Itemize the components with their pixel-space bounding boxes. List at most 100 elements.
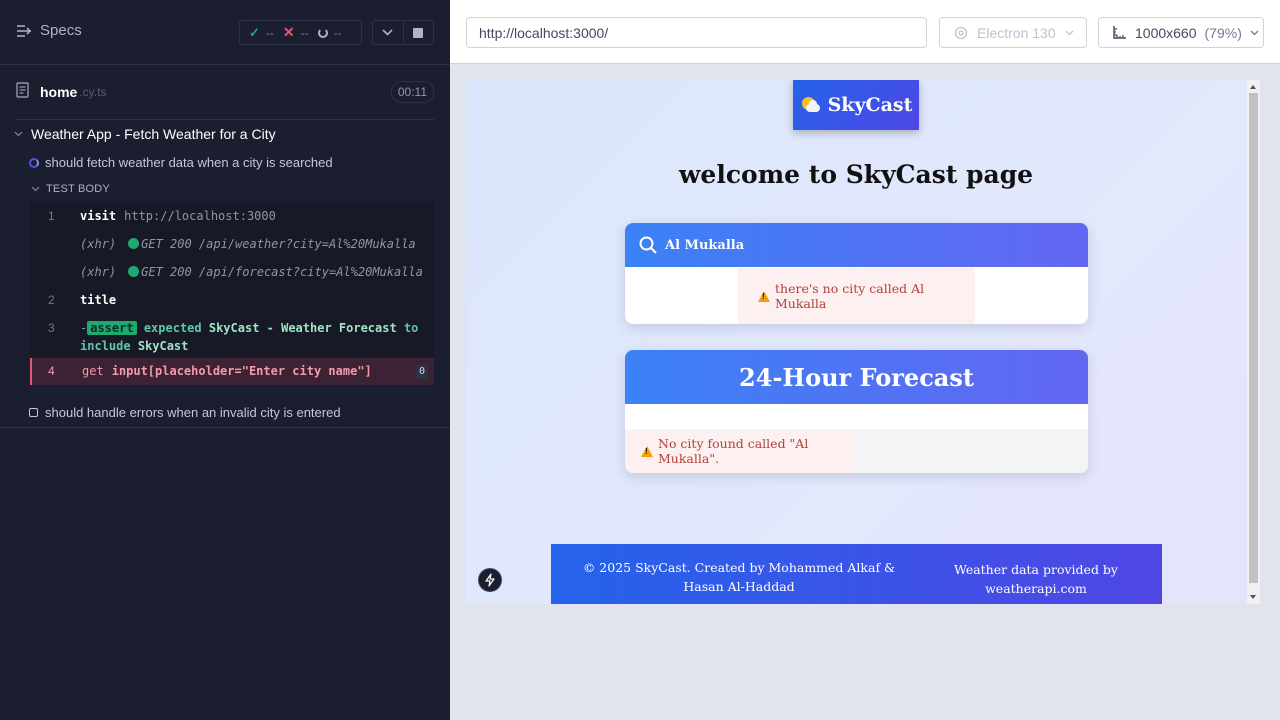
vertical-scrollbar[interactable] xyxy=(1247,80,1260,604)
test-body-toggle[interactable]: TEST BODY xyxy=(31,183,110,195)
assert-expected: expected xyxy=(143,321,202,335)
command-name: title xyxy=(80,293,117,307)
scroll-down-arrow-icon[interactable] xyxy=(1250,595,1256,599)
browser-name: Electron 130 xyxy=(977,24,1056,41)
app-iframe: SkyCast welcome to SkyCast page Al Mukal… xyxy=(466,80,1260,604)
pending-count: -- xyxy=(333,25,342,40)
test-title: should fetch weather data when a city is… xyxy=(45,155,333,170)
assert-value: SkyCast - Weather Forecast xyxy=(208,321,397,335)
element-count-badge: 0 xyxy=(415,365,428,379)
check-icon: ✓ xyxy=(249,24,260,40)
failed-stat: ✕ -- xyxy=(283,24,309,41)
nextjs-dev-indicator[interactable] xyxy=(478,568,502,592)
browser-selector[interactable]: Electron 130 xyxy=(939,17,1087,48)
status-dot-icon xyxy=(128,238,140,249)
command-name: get xyxy=(82,364,104,378)
assert-badge: assert xyxy=(87,321,137,335)
specs-button[interactable]: Specs xyxy=(16,22,82,39)
file-icon xyxy=(16,81,29,103)
duration-badge: 00:11 xyxy=(390,81,434,103)
search-error-message: there's no city called Al Mukalla xyxy=(738,268,975,324)
divider xyxy=(0,427,450,428)
chevron-down-icon xyxy=(1065,30,1074,35)
forecast-body: No city found called "Al Mukalla". xyxy=(625,429,1088,473)
command-number: 1 xyxy=(48,209,55,223)
chevron-down-icon xyxy=(31,186,40,192)
lightning-icon xyxy=(485,573,495,587)
specs-label: Specs xyxy=(40,22,82,39)
spec-file-ext: .cy.ts xyxy=(79,85,107,99)
xhr-label: (xhr) xyxy=(80,265,117,279)
stop-button[interactable] xyxy=(402,21,433,44)
search-icon xyxy=(639,236,657,254)
chevron-down-icon xyxy=(14,131,23,137)
search-input[interactable]: Al Mukalla xyxy=(625,223,1088,267)
command-assert[interactable]: 3 - assert expected SkyCast - Weather For… xyxy=(30,314,434,358)
url-bar[interactable]: http://localhost:3000/ xyxy=(466,17,927,48)
assert-to: to xyxy=(403,321,419,335)
stop-icon xyxy=(413,27,424,38)
spec-file-row[interactable]: home .cy.ts 00:11 xyxy=(16,80,434,104)
test-title: should handle errors when an invalid cit… xyxy=(45,405,341,420)
scroll-up-arrow-icon[interactable] xyxy=(1250,85,1256,89)
warning-icon xyxy=(758,290,770,302)
command-number: 3 xyxy=(48,321,55,335)
assert-include-value: SkyCast xyxy=(137,339,189,353)
app-footer: © 2025 SkyCast. Created by Mohammed Alka… xyxy=(551,544,1162,604)
forecast-error-text: No city found called "Al Mukalla". xyxy=(658,436,809,466)
command-title[interactable]: 2 title xyxy=(30,286,434,314)
status-dot-icon xyxy=(128,266,140,277)
passed-stat: ✓ -- xyxy=(249,25,274,41)
viewport-size: 1000x660 xyxy=(1135,24,1197,41)
command-message: http://localhost:3000 xyxy=(124,209,276,223)
search-value: Al Mukalla xyxy=(665,237,745,253)
test-body-label: TEST BODY xyxy=(46,183,110,195)
command-xhr[interactable]: (xhr) GET 200 /api/forecast?city=Al%20Muk… xyxy=(30,258,434,286)
footer-copyright: © 2025 SkyCast. Created by Mohammed Alka… xyxy=(582,560,896,594)
suite-title-row[interactable]: Weather App - Fetch Weather for a City xyxy=(14,126,276,142)
reporter-panel: Specs ✓ -- ✕ -- -- home .cy.ts 00:11 Wea… xyxy=(0,0,450,720)
xhr-message: GET 200 /api/forecast?city=Al%20Mukalla xyxy=(141,265,423,279)
app-under-test-panel: http://localhost:3000/ Electron 130 1000… xyxy=(450,0,1280,720)
command-xhr[interactable]: (xhr) GET 200 /api/weather?city=Al%20Muka… xyxy=(30,230,434,258)
warning-icon xyxy=(641,445,653,457)
page-title: welcome to SkyCast page xyxy=(678,160,1034,189)
pending-icon xyxy=(317,27,328,38)
running-spinner-icon xyxy=(29,157,39,168)
cloud-sun-icon xyxy=(800,96,822,114)
search-card: Al Mukalla there's no city called Al Muk… xyxy=(625,223,1088,324)
app-logo[interactable]: SkyCast xyxy=(793,80,919,130)
footer-attribution: Weather data provided by weatherapi.com xyxy=(953,562,1118,596)
forecast-title: 24-Hour Forecast xyxy=(625,350,1088,404)
viewport-scale: (79%) xyxy=(1204,24,1242,41)
pending-stat: -- xyxy=(317,25,342,40)
chevron-down-icon xyxy=(1250,30,1259,35)
test-row-pending[interactable]: should handle errors when an invalid cit… xyxy=(29,405,341,420)
xhr-message: GET 200 /api/weather?city=Al%20Mukalla xyxy=(141,237,416,251)
test-row-running[interactable]: should fetch weather data when a city is… xyxy=(29,155,333,170)
search-error-text: there's no city called Al Mukalla xyxy=(775,281,925,311)
chevron-down-icon xyxy=(382,29,394,36)
x-icon: ✕ xyxy=(282,24,295,40)
command-visit[interactable]: 1 visit http://localhost:3000 xyxy=(30,203,434,230)
passed-count: -- xyxy=(265,25,274,40)
scrollbar-thumb[interactable] xyxy=(1249,93,1258,583)
assert-include: include xyxy=(80,339,131,353)
pending-square-icon xyxy=(29,408,38,417)
forecast-error-message: No city found called "Al Mukalla". xyxy=(625,429,854,473)
failed-count: -- xyxy=(300,25,309,40)
test-stats: ✓ -- ✕ -- -- xyxy=(239,20,362,45)
command-number: 4 xyxy=(48,364,55,378)
suite-title: Weather App - Fetch Weather for a City xyxy=(31,126,276,142)
command-selector: input[placeholder="Enter city name"] xyxy=(111,364,372,378)
command-log: 1 visit http://localhost:3000 (xhr) GET 20… xyxy=(30,203,434,385)
spec-file-name: home xyxy=(40,84,78,100)
command-get-failed[interactable]: 4 get input[placeholder="Enter city name"… xyxy=(30,358,434,385)
viewport-selector[interactable]: 1000x660 (79%) xyxy=(1098,17,1264,48)
chevron-down-button[interactable] xyxy=(373,21,403,44)
browser-icon xyxy=(954,26,968,39)
aut-header: http://localhost:3000/ Electron 130 1000… xyxy=(450,0,1280,64)
divider xyxy=(16,119,434,120)
reporter-header: Specs ✓ -- ✕ -- -- xyxy=(0,0,450,65)
run-controls xyxy=(372,20,434,45)
